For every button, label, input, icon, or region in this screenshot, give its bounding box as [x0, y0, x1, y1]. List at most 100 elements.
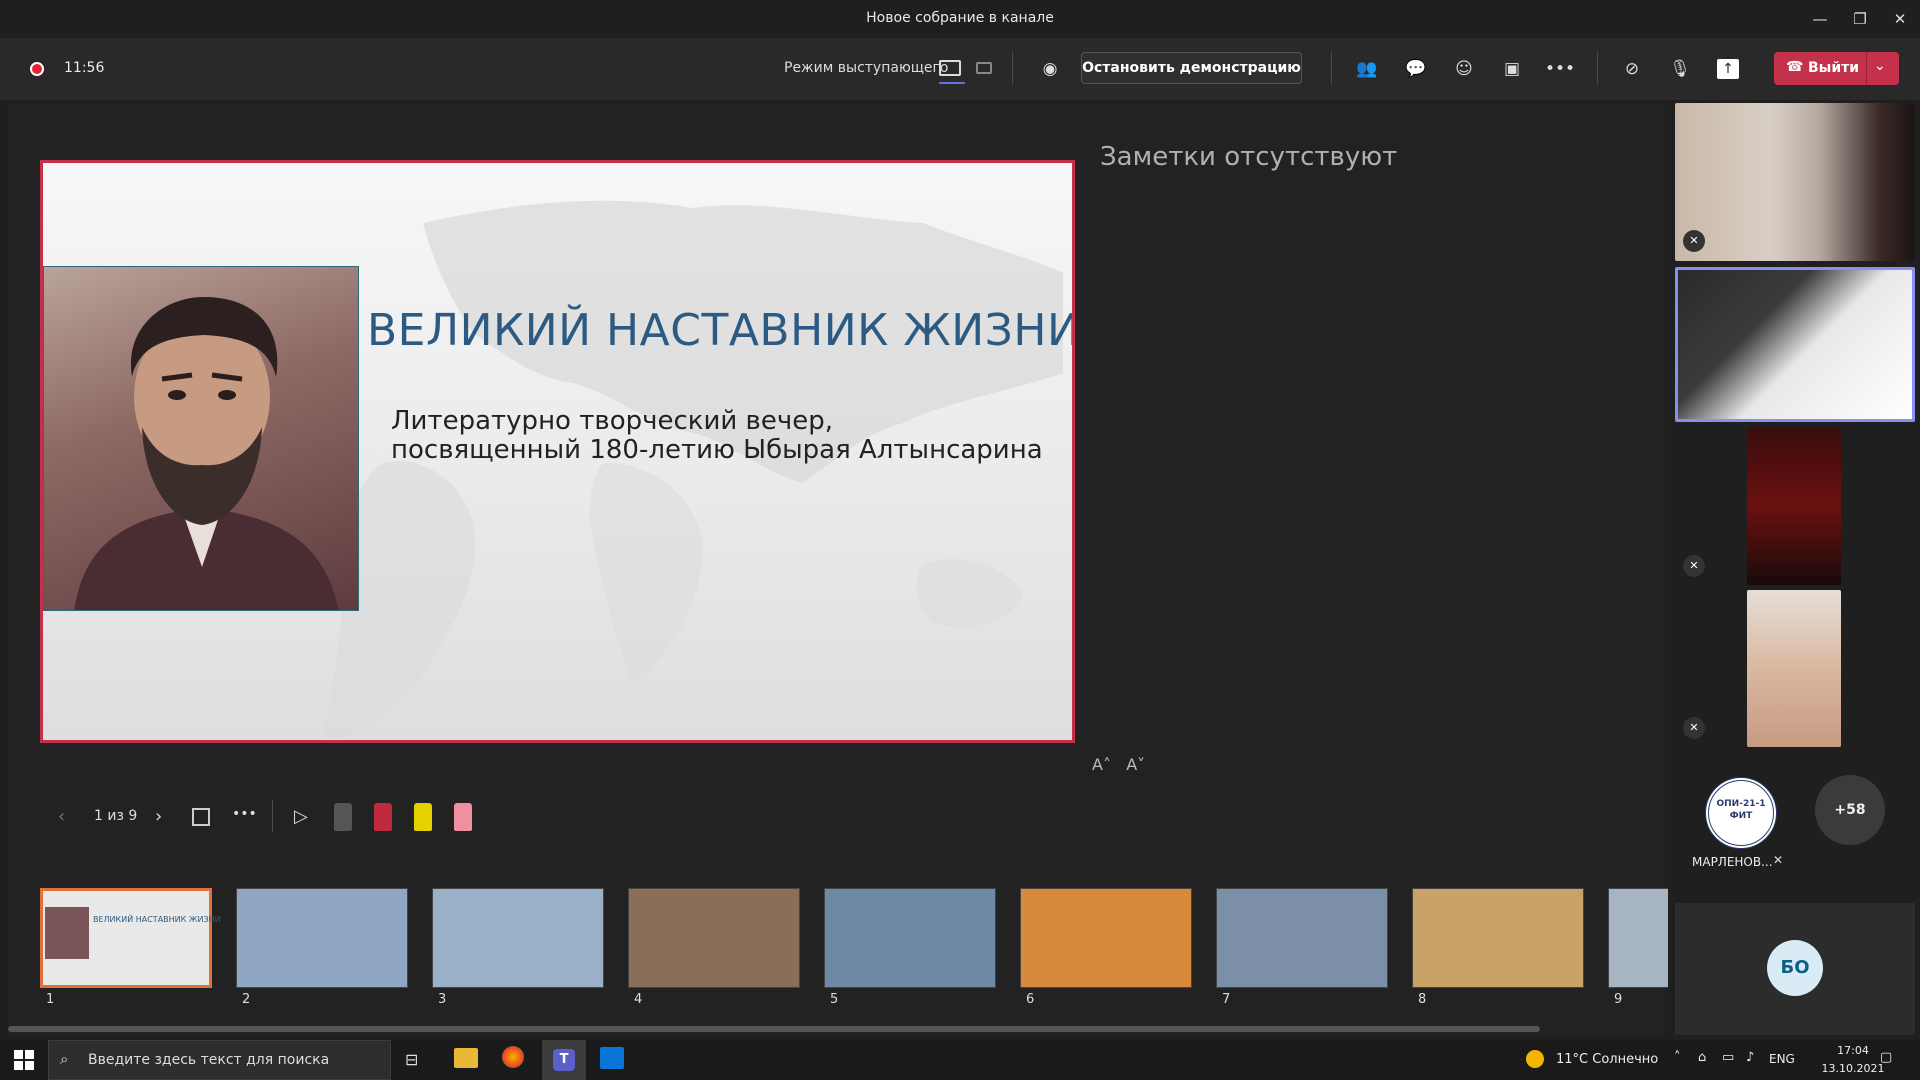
window-title: Новое собрание в канале [866, 10, 1054, 26]
laser-pointer-icon[interactable]: ▷ [294, 806, 308, 827]
slide-counter: 1 из 9 [94, 808, 138, 824]
reactions-icon[interactable]: ☺ [1449, 54, 1479, 84]
slide-thumbnail[interactable] [1608, 888, 1668, 988]
media-player-icon[interactable] [600, 1047, 624, 1069]
search-placeholder: Введите здесь текст для поиска [88, 1052, 330, 1068]
recording-icon [30, 62, 44, 76]
slide-title: ВЕЛИКИЙ НАСТАВНИК ЖИЗНИ [367, 305, 1075, 356]
language-indicator[interactable]: ENG [1769, 1052, 1795, 1066]
task-view-icon[interactable]: ⊟ [405, 1050, 418, 1069]
chat-icon[interactable]: 💬 [1401, 54, 1431, 84]
weather-sun-icon [1526, 1050, 1544, 1068]
slide-thumbnail[interactable] [1216, 888, 1388, 988]
slide-subtitle-line1: Литературно творческий вечер, [391, 406, 833, 436]
toolbar-divider [1331, 51, 1332, 85]
rooms-icon[interactable]: ▣ [1497, 54, 1527, 84]
minimize-icon[interactable]: — [1806, 6, 1834, 32]
prev-slide-icon[interactable]: ‹ [58, 806, 65, 827]
portrait-image [43, 266, 359, 611]
font-size-controls: A˄ A˅ [1092, 755, 1145, 774]
volume-icon[interactable]: ♪ [1746, 1050, 1754, 1065]
muted-mic-icon: ✕ [1683, 717, 1705, 739]
muted-mic-icon: ✕ [1683, 230, 1705, 252]
participant-video[interactable] [1747, 428, 1841, 585]
camera-off-icon[interactable]: ⊘ [1617, 54, 1647, 84]
slide-thumbnail[interactable] [628, 888, 800, 988]
slide-thumbnail-number: 1 [46, 992, 55, 1007]
slide-thumbnail[interactable] [824, 888, 996, 988]
phone-hangup-icon: ☎ [1786, 59, 1804, 75]
notes-empty-text: Заметки отсутствуют [1100, 142, 1398, 172]
leave-label: Выйти [1808, 60, 1860, 76]
presenter-view-icon[interactable] [939, 60, 961, 76]
clock-time[interactable]: 17:04 [1818, 1044, 1888, 1057]
slide-thumbnail-number: 4 [634, 992, 643, 1007]
slide-thumbnail[interactable] [1412, 888, 1584, 988]
muted-mic-icon: ✕ [1773, 853, 1784, 867]
eraser-icon[interactable] [454, 803, 472, 831]
close-icon[interactable]: ✕ [1886, 6, 1914, 32]
search-icon: ⌕ [60, 1050, 69, 1068]
participants-icon[interactable]: 👥 [1352, 54, 1382, 84]
file-explorer-icon[interactable] [454, 1048, 478, 1068]
slide-thumbnail[interactable] [432, 888, 604, 988]
chevron-down-icon[interactable]: ⌄ [1874, 58, 1886, 74]
mic-off-icon[interactable]: 🎙 [1665, 54, 1695, 84]
eye-icon[interactable]: ◉ [1035, 54, 1065, 84]
teams-taskbar-item[interactable]: T [542, 1040, 586, 1080]
presenter-view-selected-indicator [939, 82, 965, 84]
slide-thumbnails: ВЕЛИКИЙ НАСТАВНИК ЖИЗНИ 1 2 3 4 5 6 7 8 9 [0, 882, 1668, 1012]
network-icon[interactable]: ⌂ [1698, 1050, 1706, 1065]
slide-thumbnail-number: 7 [1222, 992, 1231, 1007]
windows-start-icon[interactable] [14, 1050, 34, 1070]
participant-name: МАРЛЕНОВ... [1692, 855, 1773, 869]
more-participants-button[interactable]: +58 [1815, 775, 1885, 845]
toolbar-divider [1597, 51, 1598, 85]
meeting-timer: 11:56 [64, 60, 105, 76]
slide-thumbnail-number: 3 [438, 992, 447, 1007]
thumbnail-portrait [45, 907, 89, 959]
current-slide: ВЕЛИКИЙ НАСТАВНИК ЖИЗНИ Литературно твор… [40, 160, 1075, 743]
participant-video-active[interactable] [1675, 267, 1915, 422]
presenter-mode-label: Режим выступающего [784, 60, 949, 76]
stop-sharing-button[interactable]: Остановить демонстрацию [1081, 52, 1302, 84]
slide-thumbnail-number: 2 [242, 992, 251, 1007]
slide-thumbnail-number: 6 [1026, 992, 1035, 1007]
restore-icon[interactable]: ❐ [1846, 6, 1874, 32]
thumbnail-title: ВЕЛИКИЙ НАСТАВНИК ЖИЗНИ [93, 915, 221, 924]
teams-icon: T [553, 1049, 575, 1071]
highlighter-icon[interactable] [414, 803, 432, 831]
red-pen-icon[interactable] [374, 803, 392, 831]
participant-avatar-logo[interactable]: ОПИ-21-1 ФИТ [1705, 777, 1777, 849]
slide-thumbnail-number: 8 [1418, 992, 1427, 1007]
participant-video[interactable] [1675, 103, 1915, 261]
gallery-view-icon[interactable] [976, 62, 992, 74]
slide-thumbnail[interactable]: ВЕЛИКИЙ НАСТАВНИК ЖИЗНИ [40, 888, 221, 988]
notifications-icon[interactable]: ▢ [1880, 1050, 1892, 1065]
participant-video[interactable] [1747, 590, 1841, 747]
share-tray-icon[interactable]: ↑ [1717, 59, 1739, 79]
slide-thumbnail[interactable] [1020, 888, 1192, 988]
slide-grid-icon[interactable] [192, 808, 210, 826]
more-actions-icon[interactable]: ••• [1545, 54, 1575, 84]
weather-text: 11°C Солнечно [1556, 1052, 1659, 1067]
thumbnail-scrollbar[interactable] [8, 1026, 1540, 1032]
increase-font-icon[interactable]: A˄ [1092, 755, 1111, 774]
next-slide-icon[interactable]: › [155, 806, 162, 827]
slide-thumbnail[interactable] [236, 888, 408, 988]
leave-divider [1866, 52, 1867, 85]
nav-divider [272, 800, 273, 832]
toolbar-divider [1012, 51, 1013, 85]
slide-thumbnail-number: 9 [1614, 992, 1623, 1007]
tray-chevron-icon[interactable]: ˄ [1674, 1050, 1681, 1065]
eraser-pen-icon[interactable] [334, 803, 352, 831]
decrease-font-icon[interactable]: A˅ [1126, 755, 1145, 774]
firefox-icon[interactable] [502, 1046, 524, 1068]
clock-date[interactable]: 13.10.2021 [1818, 1062, 1888, 1075]
slide-subtitle-line2: посвященный 180-летию Ыбырая Алтынсарина [391, 435, 1043, 465]
participant-avatar-initials: БО [1767, 940, 1823, 996]
logo-text-top: ОПИ-21-1 [1716, 799, 1766, 809]
more-slide-options-icon[interactable]: ••• [232, 806, 257, 822]
muted-mic-icon: ✕ [1683, 555, 1705, 577]
display-icon[interactable]: ▭ [1722, 1050, 1734, 1065]
